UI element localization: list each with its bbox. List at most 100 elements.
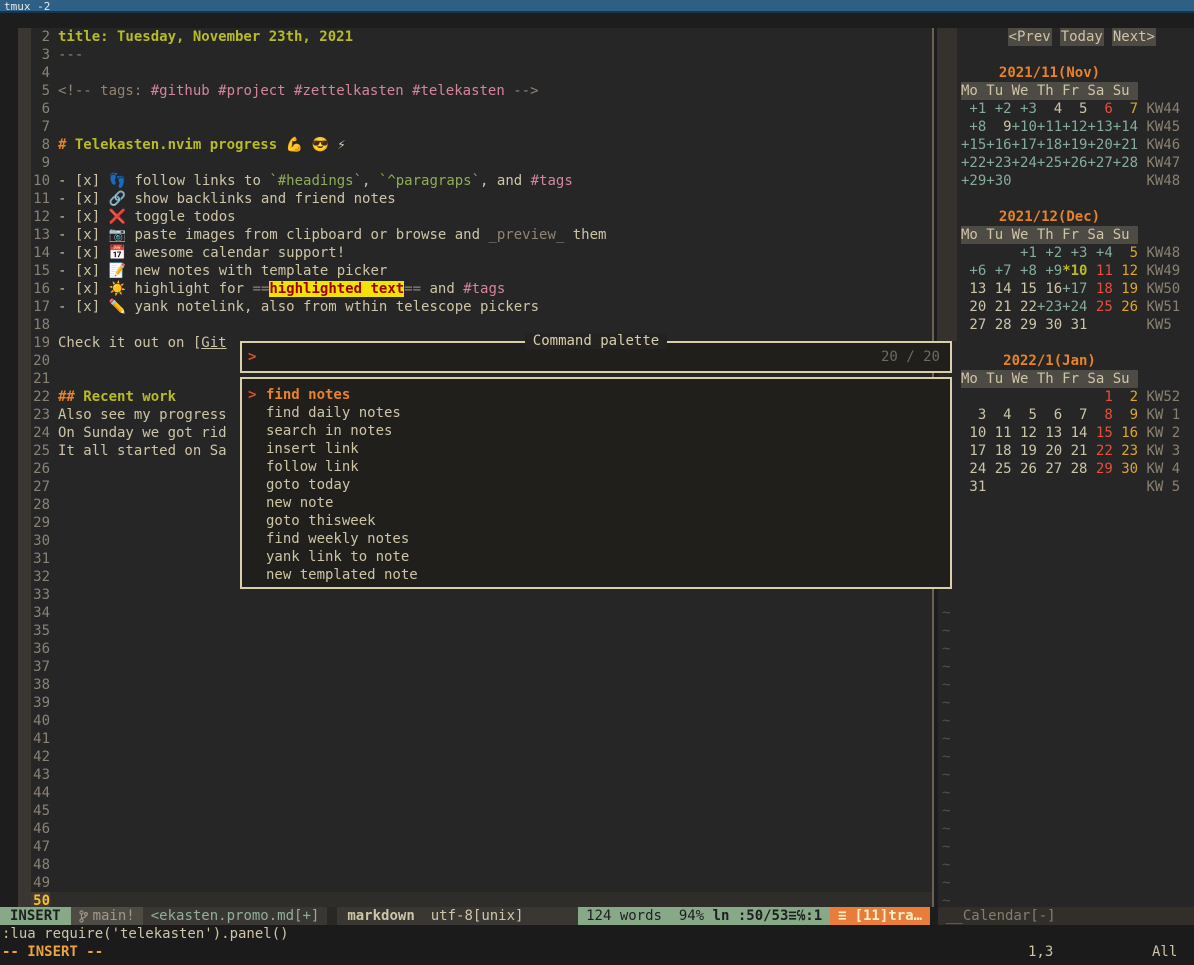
calendar-day[interactable]: 3	[961, 407, 986, 423]
palette-item[interactable]: follow link	[242, 458, 950, 476]
calendar-day[interactable]: 21	[1062, 443, 1087, 459]
palette-item[interactable]: search in notes	[242, 422, 950, 440]
editor-line[interactable]: 50	[0, 892, 932, 907]
editor-line[interactable]: 15- [x] 📝 new notes with template picker	[0, 262, 932, 280]
calendar-day[interactable]	[1037, 479, 1062, 495]
calendar-day[interactable]: 20	[961, 299, 986, 315]
calendar-day[interactable]: 22	[1012, 299, 1037, 315]
editor-line[interactable]: 11- [x] 🔗 show backlinks and friend note…	[0, 190, 932, 208]
calendar-day[interactable]	[1012, 173, 1037, 189]
calendar-day[interactable]: 28	[986, 317, 1011, 333]
calendar-day[interactable]	[1012, 389, 1037, 405]
calendar-day[interactable]: 12	[1012, 425, 1037, 441]
calendar-day[interactable]: 11	[986, 425, 1011, 441]
calendar-day[interactable]: +4	[1087, 245, 1112, 261]
calendar-day[interactable]: 2	[1113, 389, 1138, 405]
calendar-day[interactable]: +24	[1062, 299, 1087, 315]
calendar-day[interactable]: +26	[1062, 155, 1087, 171]
calendar-day[interactable]	[1113, 173, 1138, 189]
palette-item[interactable]: >find notes	[242, 386, 950, 404]
calendar-day[interactable]: 13	[1037, 425, 1062, 441]
editor-line[interactable]: 37	[0, 658, 932, 676]
calendar-day[interactable]: 15	[1012, 281, 1037, 297]
calendar-day[interactable]: +30	[986, 173, 1011, 189]
calendar-day[interactable]: 29	[1087, 461, 1112, 477]
calendar-day[interactable]: +19	[1062, 137, 1087, 153]
calendar-day[interactable]: 7	[1062, 407, 1087, 423]
palette-item[interactable]: new templated note	[242, 566, 950, 584]
calendar-day[interactable]	[961, 245, 986, 261]
editor-line[interactable]: 17- [x] ✏️ yank notelink, also from wthi…	[0, 298, 932, 316]
calendar-day[interactable]: 4	[1037, 101, 1062, 117]
editor-line[interactable]: 41	[0, 730, 932, 748]
calendar-day[interactable]: 4	[986, 407, 1011, 423]
calendar-day[interactable]: +8	[961, 119, 986, 135]
calendar-day[interactable]: 17	[961, 443, 986, 459]
editor-line[interactable]: 43	[0, 766, 932, 784]
prev-month-button[interactable]: <Prev	[1008, 28, 1052, 46]
editor-line[interactable]: 35	[0, 622, 932, 640]
calendar-day[interactable]: +9	[1037, 263, 1062, 279]
calendar-day[interactable]: +3	[1012, 101, 1037, 117]
calendar-day[interactable]: 24	[961, 461, 986, 477]
calendar-day[interactable]: 25	[986, 461, 1011, 477]
command-palette-results[interactable]: >find notes find daily notes search in n…	[240, 377, 952, 589]
editor-line[interactable]: 9	[0, 154, 932, 172]
calendar-day[interactable]: +14	[1113, 119, 1138, 135]
calendar-day[interactable]	[1113, 317, 1138, 333]
calendar-day[interactable]: 10	[961, 425, 986, 441]
editor-line[interactable]: 40	[0, 712, 932, 730]
calendar-day[interactable]: 5	[1113, 245, 1138, 261]
calendar-day[interactable]: +8	[1012, 263, 1037, 279]
editor-line[interactable]: 44	[0, 784, 932, 802]
calendar-day[interactable]: 8	[1087, 407, 1112, 423]
calendar-day[interactable]: 6	[1087, 101, 1112, 117]
calendar-day[interactable]: 30	[1113, 461, 1138, 477]
calendar-day[interactable]: *10	[1062, 263, 1087, 279]
calendar-day[interactable]	[1087, 317, 1112, 333]
command-line[interactable]: :lua require('telekasten').panel()	[0, 925, 1194, 943]
calendar-day[interactable]: +2	[1037, 245, 1062, 261]
calendar-day[interactable]: 7	[1113, 101, 1138, 117]
calendar-day[interactable]: 31	[1062, 317, 1087, 333]
calendar-day[interactable]: 26	[1012, 461, 1037, 477]
editor-line[interactable]: 10- [x] 👣 follow links to `#headings`, `…	[0, 172, 932, 190]
calendar-day[interactable]: 12	[1113, 263, 1138, 279]
editor-line[interactable]: 7	[0, 118, 932, 136]
calendar-day[interactable]: +2	[986, 101, 1011, 117]
palette-item[interactable]: yank link to note	[242, 548, 950, 566]
calendar-day[interactable]: +20	[1087, 137, 1112, 153]
editor-line[interactable]: 46	[0, 820, 932, 838]
calendar-day[interactable]: 1	[1087, 389, 1112, 405]
calendar-day[interactable]: 6	[1037, 407, 1062, 423]
calendar-day[interactable]: 14	[986, 281, 1011, 297]
editor-line[interactable]: 45	[0, 802, 932, 820]
editor-line[interactable]: 39	[0, 694, 932, 712]
calendar-day[interactable]: +6	[961, 263, 986, 279]
editor-line[interactable]: 5<!-- tags: #github #project #zettelkast…	[0, 82, 932, 100]
calendar-day[interactable]: 27	[1037, 461, 1062, 477]
palette-item[interactable]: find daily notes	[242, 404, 950, 422]
calendar-day[interactable]: 16	[1037, 281, 1062, 297]
editor-line[interactable]: 42	[0, 748, 932, 766]
calendar-day[interactable]: 16	[1113, 425, 1138, 441]
calendar-day[interactable]: +25	[1037, 155, 1062, 171]
scrollbar-strip[interactable]	[937, 28, 957, 341]
calendar-day[interactable]: +23	[1037, 299, 1062, 315]
calendar-day[interactable]: +18	[1037, 137, 1062, 153]
editor-line[interactable]: 16- [x] ☀️ highlight for ==highlighted t…	[0, 280, 932, 298]
editor-line[interactable]: 36	[0, 640, 932, 658]
calendar-day[interactable]	[1062, 173, 1087, 189]
calendar-day[interactable]: 5	[1062, 101, 1087, 117]
calendar-day[interactable]: 9	[986, 119, 1011, 135]
editor-line[interactable]: 47	[0, 838, 932, 856]
editor-line[interactable]: 12- [x] ❌ toggle todos	[0, 208, 932, 226]
editor-line[interactable]: 6	[0, 100, 932, 118]
calendar-day[interactable]: 30	[1037, 317, 1062, 333]
calendar-day[interactable]: +11	[1037, 119, 1062, 135]
calendar-day[interactable]	[986, 245, 1011, 261]
calendar-day[interactable]: +1	[1012, 245, 1037, 261]
editor-line[interactable]: 4	[0, 64, 932, 82]
calendar-day[interactable]: +28	[1113, 155, 1138, 171]
calendar-day[interactable]	[1113, 479, 1138, 495]
